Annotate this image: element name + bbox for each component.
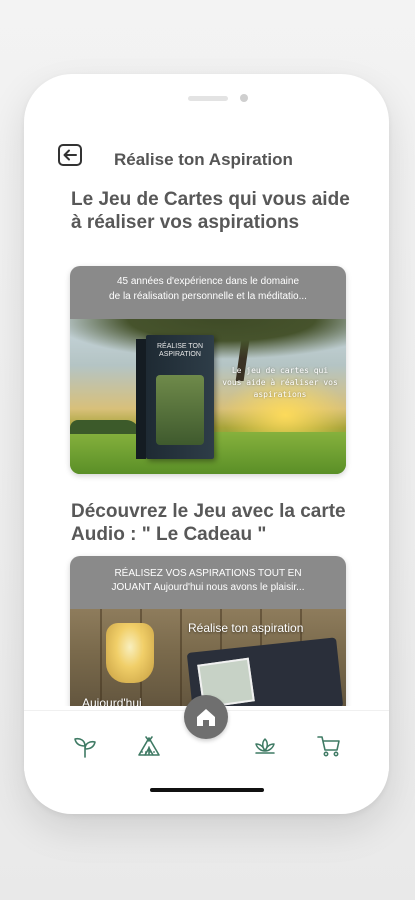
sprout-icon <box>74 737 96 758</box>
lotus-icon <box>255 738 275 754</box>
image-overlay-text: Le jeu de cartes qui vous aide à réalise… <box>222 366 338 399</box>
arrow-left-icon <box>63 149 77 161</box>
tab-sprout[interactable] <box>72 733 98 759</box>
treeline-graphic <box>70 420 140 434</box>
caption-line: de la réalisation personnelle et la médi… <box>109 291 307 302</box>
tab-lotus[interactable] <box>252 733 278 759</box>
plank-line <box>100 609 102 706</box>
audio-video-card[interactable]: RÉALISEZ VOS ASPIRATIONS TOUT EN JOUANT … <box>70 556 346 706</box>
game-box-title: RÉALISE TON ASPIRATION <box>156 343 204 358</box>
home-indicator <box>150 788 264 792</box>
caption-line: 45 années d'expérience dans le domaine <box>116 276 300 287</box>
back-button[interactable] <box>58 144 82 166</box>
phone-camera <box>240 94 248 102</box>
section-heading-card-game: Le Jeu de Cartes qui vous aide à réalise… <box>71 189 350 233</box>
caption-line: RÉALISEZ VOS ASPIRATIONS TOUT EN <box>114 568 302 579</box>
section-heading-audio-card: Découvrez le Jeu avec la carte Audio : "… <box>71 501 346 545</box>
phone-frame: Réalise ton Aspiration Le Jeu de Cartes … <box>24 74 389 814</box>
tab-cart[interactable] <box>316 733 342 759</box>
tab-tent[interactable] <box>136 733 162 759</box>
main-content[interactable]: Le Jeu de Cartes qui vous aide à réalise… <box>24 184 389 706</box>
card-game-card[interactable]: 45 années d'expérience dans le domaine d… <box>70 266 346 474</box>
candle-graphic <box>106 623 154 683</box>
app-header: Réalise ton Aspiration <box>24 142 389 182</box>
bottom-tab-bar <box>24 695 389 771</box>
video-thumbnail[interactable]: Réalise ton aspiration Aujourd'hui <box>70 609 346 706</box>
game-box-side <box>136 339 146 459</box>
page-title: Réalise ton Aspiration <box>114 150 293 169</box>
plank-line <box>180 609 182 706</box>
game-box-illustration <box>156 375 204 445</box>
cart-icon <box>317 736 340 757</box>
caption-line: JOUANT Aujourd'hui nous avons le plaisir… <box>111 582 305 593</box>
card-caption: 45 années d'expérience dans le domaine d… <box>70 266 346 319</box>
phone-speaker <box>188 96 228 101</box>
tent-icon <box>138 736 160 756</box>
tab-home[interactable] <box>184 695 228 739</box>
video-title: Réalise ton aspiration <box>188 621 304 635</box>
video-subtitle: Aujourd'hui <box>82 696 142 706</box>
home-icon <box>197 709 215 726</box>
card-caption: RÉALISEZ VOS ASPIRATIONS TOUT EN JOUANT … <box>70 556 346 609</box>
game-box-image: RÉALISE TON ASPIRATION <box>136 335 214 459</box>
card-game-image: RÉALISE TON ASPIRATION Le jeu de cartes … <box>70 319 346 474</box>
